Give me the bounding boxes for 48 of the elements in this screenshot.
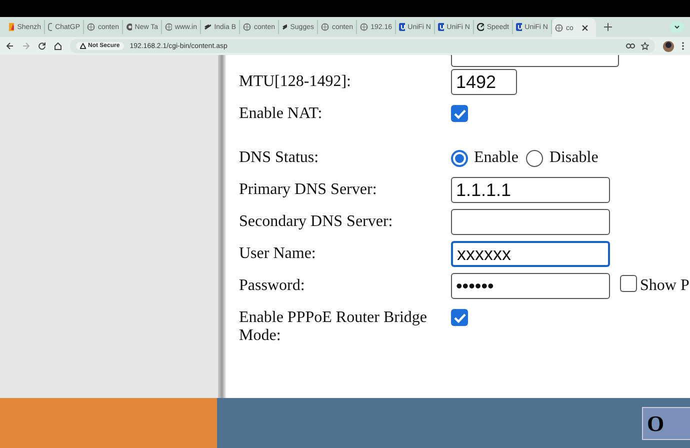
input-field[interactable] xyxy=(451,55,619,67)
key-icon[interactable] xyxy=(626,43,635,49)
password-field[interactable]: •••••• xyxy=(451,273,610,299)
input-field[interactable]: xxxxxx xyxy=(451,241,610,267)
field-label: Enable PPPoE Router Bridge Mode: xyxy=(239,308,428,345)
new-tab-icon[interactable] xyxy=(604,23,612,31)
field-label: Password: xyxy=(239,276,306,295)
field-label: Secondary DNS Server: xyxy=(239,212,394,231)
avatar-icon[interactable] xyxy=(663,40,674,52)
checkbox[interactable] xyxy=(451,105,468,122)
globe-icon xyxy=(360,23,368,31)
letter-u-icon xyxy=(399,23,405,31)
checkbox[interactable] xyxy=(451,309,468,326)
globe-icon xyxy=(555,24,563,32)
close-icon[interactable] xyxy=(582,25,588,31)
field-label: Enable NAT: xyxy=(239,104,324,123)
bars-icon xyxy=(282,23,288,31)
chrome-icon xyxy=(126,23,132,31)
star-icon[interactable] xyxy=(641,42,649,50)
input-field[interactable] xyxy=(451,209,610,235)
radio-button[interactable] xyxy=(526,150,544,166)
field-label: Primary DNS Server: xyxy=(239,180,378,199)
globe-icon xyxy=(321,23,329,31)
letter-u-icon xyxy=(438,23,444,31)
dropdown-icon[interactable] xyxy=(670,21,684,33)
gauge-icon xyxy=(477,23,484,31)
radio-button[interactable] xyxy=(451,150,468,166)
globe-icon xyxy=(87,23,95,31)
flame-icon xyxy=(9,23,14,31)
home-icon[interactable] xyxy=(54,42,62,50)
globe-icon xyxy=(243,23,251,31)
field-label: MTU[128-1492]: xyxy=(239,72,352,91)
bars-icon xyxy=(204,23,212,31)
globe-icon xyxy=(165,23,172,31)
chat-icon xyxy=(48,23,52,31)
reload-icon[interactable] xyxy=(38,42,46,50)
input-field[interactable]: 1492 xyxy=(451,69,517,95)
field-label: DNS Status: xyxy=(239,148,320,167)
back-icon[interactable] xyxy=(6,42,14,50)
field-label: User Name: xyxy=(239,244,317,263)
checkbox[interactable] xyxy=(620,275,637,292)
radio-label: Enable xyxy=(474,149,518,167)
footer-button[interactable]: O xyxy=(642,407,690,440)
radio-label: Disable xyxy=(549,149,598,167)
input-field[interactable]: 1.1.1.1 xyxy=(451,177,610,203)
checkbox-label: Show P xyxy=(640,276,690,295)
letter-u-icon xyxy=(516,23,522,31)
warning-icon xyxy=(80,43,86,49)
